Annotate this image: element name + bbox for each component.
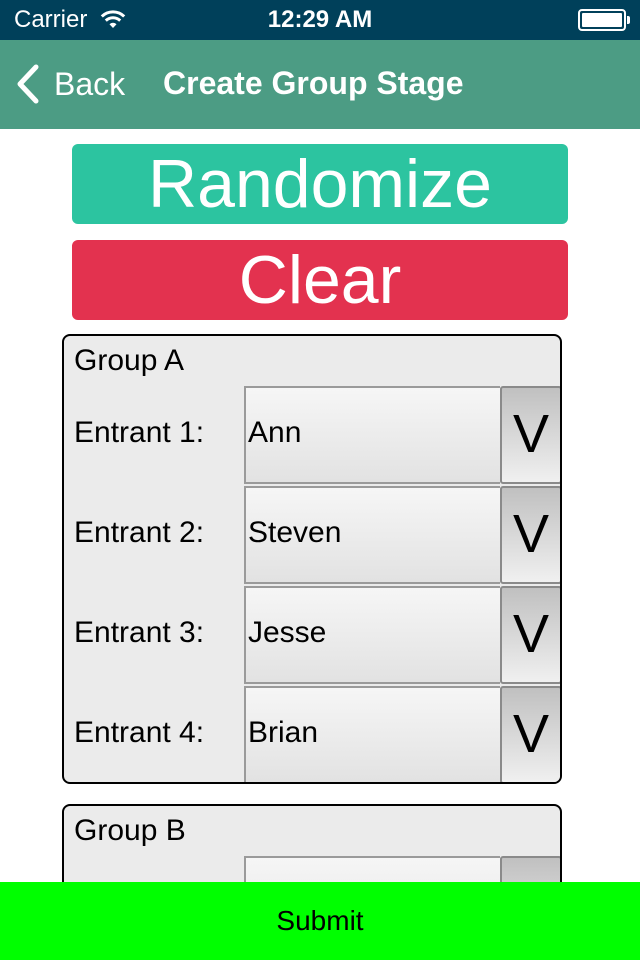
chevron-left-icon (17, 64, 39, 104)
entrant-row: Entrant 2: Steven V (64, 486, 560, 584)
dropdown-field[interactable]: Steven (244, 486, 500, 584)
submit-button[interactable]: Submit (0, 882, 640, 960)
entrant-4-dropdown[interactable]: Brian V (244, 686, 560, 782)
navigation-bar: Back Create Group Stage (0, 40, 640, 129)
dropdown-field[interactable]: Jesse (244, 586, 500, 684)
dropdown-field[interactable]: Ann (244, 386, 500, 484)
chevron-down-icon: V (512, 704, 550, 764)
entrant-label: Entrant 3: (74, 616, 205, 649)
group-a-panel: Group A Entrant 1: Ann V Entrant 2: Stev… (62, 334, 562, 784)
group-title: Group B (74, 814, 186, 847)
entrant-2-dropdown[interactable]: Steven V (244, 486, 560, 584)
entrant-row: Entrant 1: Ann V (64, 386, 560, 484)
dropdown-arrow-button[interactable]: V (500, 386, 560, 484)
dropdown-value: Jesse (248, 616, 327, 649)
entrant-label: Entrant 2: (74, 516, 205, 549)
back-button[interactable]: Back (14, 62, 125, 106)
randomize-button[interactable]: Randomize (72, 144, 568, 224)
dropdown-arrow-button[interactable]: V (500, 586, 560, 684)
group-title: Group A (74, 344, 185, 377)
entrant-1-dropdown[interactable]: Ann V (244, 386, 560, 484)
entrant-row: Entrant 3: Jesse V (64, 586, 560, 684)
dropdown-value: Ann (248, 416, 302, 449)
status-bar: Carrier 12:29 AM (0, 0, 640, 40)
entrant-label: Entrant 1: (74, 416, 205, 449)
dropdown-arrow-button[interactable]: V (500, 486, 560, 584)
dropdown-value: Steven (248, 516, 342, 549)
entrant-3-dropdown[interactable]: Jesse V (244, 586, 560, 684)
battery-icon (578, 9, 630, 31)
chevron-down-icon: V (512, 504, 550, 564)
entrant-row: Entrant 4: Brian V (64, 686, 560, 782)
dropdown-arrow-button[interactable]: V (500, 686, 560, 782)
status-time: 12:29 AM (267, 6, 373, 33)
dropdown-value: Brian (248, 716, 319, 749)
entrant-label: Entrant 4: (74, 716, 205, 749)
chevron-down-icon: V (512, 404, 550, 464)
back-label: Back (54, 65, 126, 102)
clear-button[interactable]: Clear (72, 240, 568, 320)
dropdown-field[interactable]: Brian (244, 686, 500, 782)
chevron-down-icon: V (512, 604, 550, 664)
page-title: Create Group Stage (163, 65, 464, 101)
